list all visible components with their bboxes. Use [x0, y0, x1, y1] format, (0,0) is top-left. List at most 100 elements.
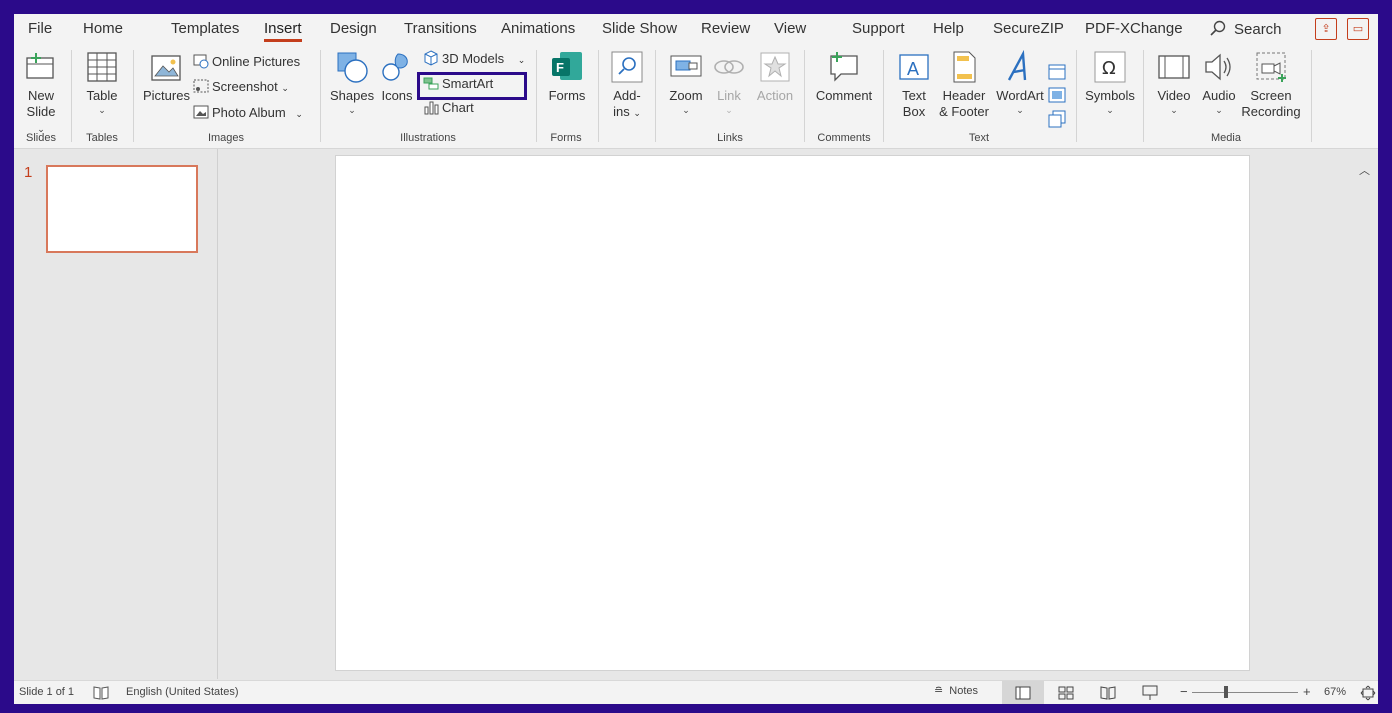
symbols-button[interactable]: Ω Symbols ⌄ [1084, 50, 1136, 116]
header-footer-icon [953, 51, 976, 83]
pictures-label: Pictures [143, 88, 190, 103]
zoom-icon [670, 55, 702, 77]
date-time-icon[interactable] [1048, 63, 1066, 81]
search-box[interactable]: Search [1210, 20, 1282, 38]
omega-icon: Ω [1094, 51, 1126, 83]
search-icon [1210, 20, 1226, 36]
slide-canvas[interactable] [335, 155, 1250, 671]
ribbon-tab-bar: File Home Templates Insert Design Transi… [14, 14, 1378, 44]
group-label-links: Links [717, 132, 743, 144]
pictures-button[interactable]: Pictures [143, 50, 190, 104]
language-label[interactable]: English (United States) [126, 686, 239, 698]
new-slide-icon [26, 53, 54, 79]
notes-icon: ≘ [934, 685, 944, 697]
slide-thumbnail-pane: 1 [14, 149, 218, 679]
photo-album-button[interactable]: Photo Album ⌄ [193, 103, 303, 123]
tab-help[interactable]: Help [933, 20, 964, 37]
screen-recording-button[interactable]: Screen Recording [1240, 50, 1302, 120]
header-footer-button[interactable]: Header & Footer [936, 50, 992, 120]
slide-number-icon[interactable] [1048, 86, 1066, 104]
tab-pdf-xchange[interactable]: PDF-XChange [1085, 20, 1183, 37]
screen-recording-label-2: Recording [1241, 104, 1301, 119]
new-slide-label-2: Slide [26, 104, 56, 119]
wordart-button[interactable]: WordArt ⌄ [994, 50, 1046, 116]
collapse-ribbon-icon[interactable]: ︿ [1359, 162, 1370, 178]
reading-view-icon[interactable] [1100, 686, 1116, 700]
group-label-forms: Forms [550, 132, 582, 144]
group-separator [71, 50, 72, 142]
slide-thumbnail[interactable] [46, 165, 198, 253]
powerpoint-window: File Home Templates Insert Design Transi… [14, 14, 1378, 704]
zoom-level[interactable]: 67% [1324, 686, 1346, 698]
shapes-icon [337, 52, 368, 83]
notes-button[interactable]: ≘ Notes [934, 684, 978, 697]
slide-info: Slide 1 of 1 [19, 686, 75, 698]
new-slide-button[interactable]: New Slide ⌄ [22, 50, 60, 137]
audio-button[interactable]: Audio ⌄ [1200, 50, 1238, 116]
action-label: Action [756, 88, 794, 103]
status-bar: Slide 1 of 1 English (United States) ≘ N… [14, 680, 1378, 704]
tab-review[interactable]: Review [701, 20, 750, 37]
tab-insert[interactable]: Insert [264, 20, 302, 42]
online-pictures-label: Online Pictures [212, 54, 301, 69]
symbols-label: Symbols [1085, 88, 1135, 103]
tab-animations[interactable]: Animations [501, 20, 575, 37]
comments-icon[interactable]: ▭ [1347, 18, 1369, 40]
tab-home[interactable]: Home [83, 20, 123, 37]
link-button[interactable]: Link ⌄ [712, 50, 746, 116]
tab-file[interactable]: File [28, 20, 52, 37]
action-button[interactable]: Action [754, 50, 796, 104]
comment-button[interactable]: Comment [814, 50, 874, 104]
table-button[interactable]: Table ⌄ [84, 50, 120, 116]
group-separator [1311, 50, 1312, 142]
shapes-button[interactable]: Shapes ⌄ [330, 50, 374, 116]
add-ins-label-1: Add- [613, 88, 641, 103]
spelling-check-icon[interactable] [93, 685, 109, 700]
tab-design[interactable]: Design [330, 20, 377, 37]
online-pictures-button[interactable]: Online Pictures [193, 52, 300, 72]
share-icon[interactable]: ⇪ [1315, 18, 1337, 40]
forms-button[interactable]: F Forms [546, 50, 588, 104]
slide-show-icon[interactable] [1142, 685, 1158, 701]
link-icon [714, 60, 744, 74]
tab-transitions[interactable]: Transitions [404, 20, 477, 37]
text-box-button[interactable]: A Text Box [896, 50, 932, 120]
3d-models-button[interactable]: 3D Models ⌄ [423, 49, 525, 69]
group-separator [1076, 50, 1077, 142]
zoom-button[interactable]: Zoom ⌄ [668, 50, 704, 116]
add-ins-label-2: ins [613, 104, 630, 119]
tab-securezip[interactable]: SecureZIP [993, 20, 1064, 37]
zoom-out-button[interactable]: − [1180, 684, 1188, 699]
normal-view-button[interactable] [1002, 681, 1044, 704]
action-star-icon [760, 52, 790, 82]
smartart-button[interactable]: SmartArt [423, 74, 493, 94]
screenshot-button[interactable]: Screenshot ⌄ [193, 77, 289, 97]
group-label-text: Text [968, 132, 990, 144]
video-button[interactable]: Video ⌄ [1154, 50, 1194, 116]
photo-album-label: Photo Album [212, 105, 286, 120]
tab-templates[interactable]: Templates [171, 20, 239, 37]
zoom-slider[interactable] [1192, 692, 1298, 693]
tab-support[interactable]: Support [852, 20, 905, 37]
zoom-in-button[interactable]: + [1303, 684, 1311, 699]
text-box-label-1: Text [902, 88, 926, 103]
table-icon [87, 52, 117, 82]
tab-view[interactable]: View [774, 20, 806, 37]
fit-to-window-icon[interactable] [1360, 685, 1376, 701]
slide-sorter-icon[interactable] [1058, 686, 1074, 700]
tab-slide-show[interactable]: Slide Show [602, 20, 677, 37]
link-label: Link [717, 88, 741, 103]
icons-button[interactable]: Icons [380, 50, 414, 104]
group-separator [883, 50, 884, 142]
photo-album-icon [193, 105, 209, 119]
svg-text:Ω: Ω [1102, 58, 1116, 79]
zoom-slider-thumb[interactable] [1224, 686, 1228, 698]
comment-label: Comment [815, 88, 873, 103]
audio-label: Audio [1202, 88, 1236, 103]
object-icon[interactable] [1048, 110, 1066, 128]
pictures-icon [151, 55, 181, 81]
group-separator [655, 50, 656, 142]
add-ins-button[interactable]: Add- ins ⌄ [607, 50, 647, 121]
cube-icon [424, 50, 438, 66]
chart-button[interactable]: Chart [423, 98, 474, 118]
